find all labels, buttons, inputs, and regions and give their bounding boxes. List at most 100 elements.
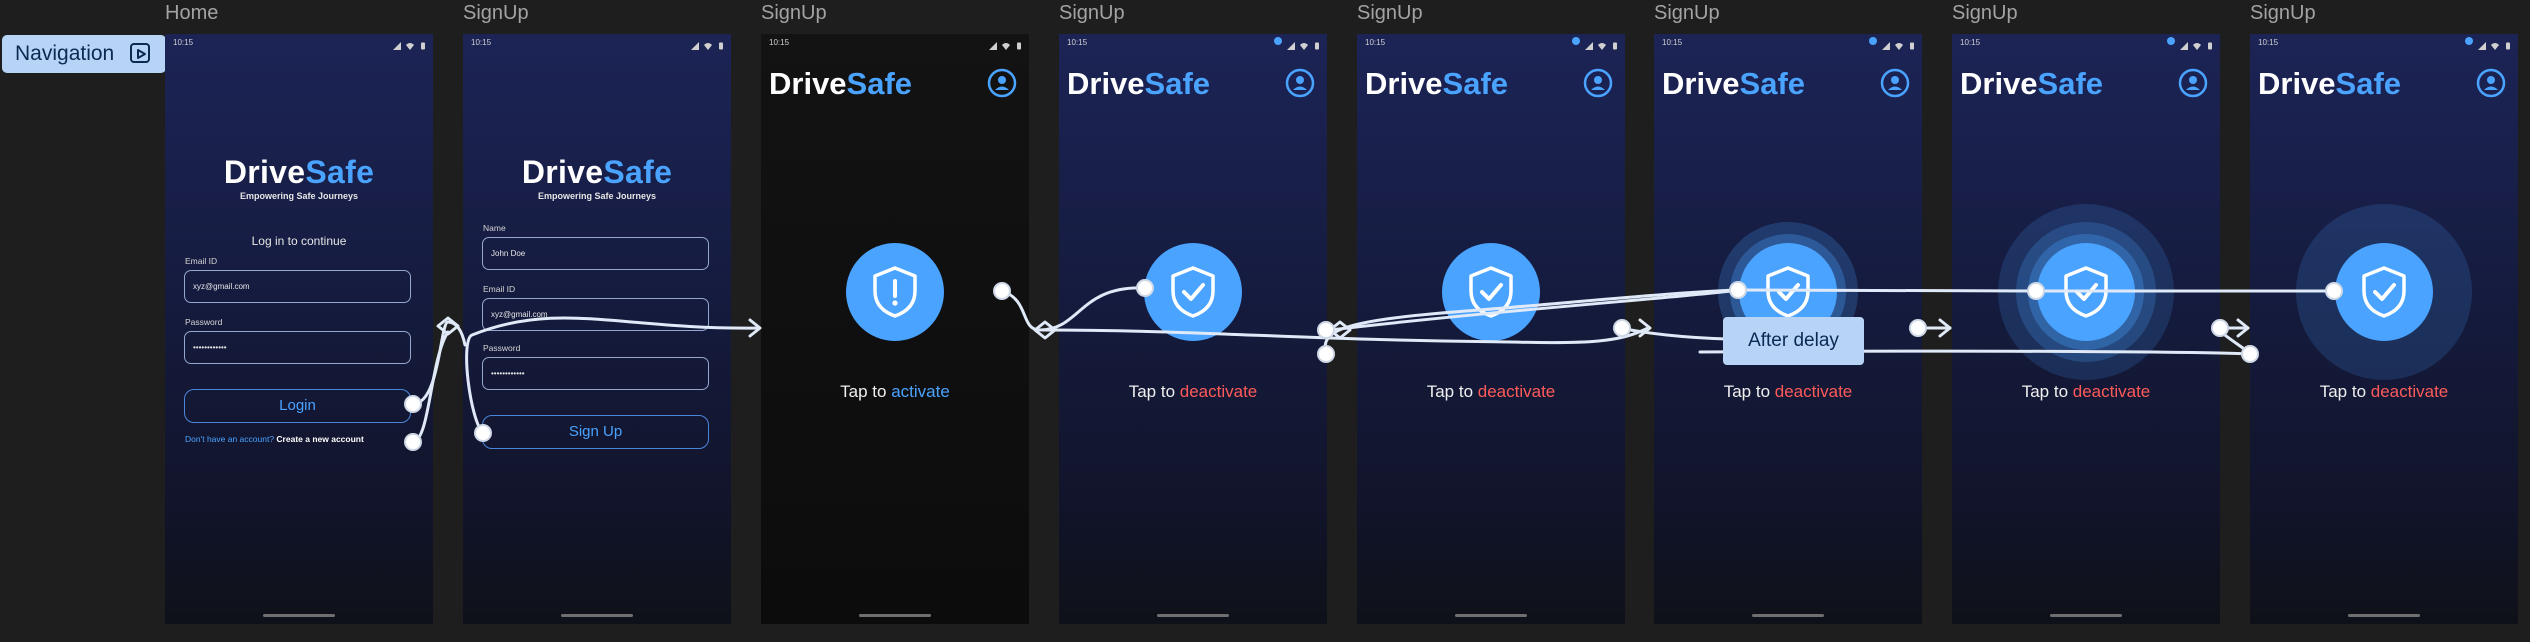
signup-prompt: Don't have an account? Create a new acco…	[185, 434, 364, 444]
frame-active-2[interactable]: 10:15 DriveSafe Tap to deactivate	[1357, 34, 1625, 624]
tap-caption: Tap to deactivate	[2319, 382, 2449, 401]
caption-action: activate	[891, 382, 950, 401]
status-time: 10:15	[471, 38, 492, 47]
signal-icon	[1287, 37, 1295, 50]
deactivate-shield-button[interactable]	[1144, 243, 1242, 341]
profile-icon[interactable]	[1879, 67, 1911, 99]
status-icons	[393, 37, 427, 50]
deactivate-shield-button[interactable]	[2335, 243, 2433, 341]
wifi-icon	[704, 37, 712, 50]
profile-icon[interactable]	[1582, 67, 1614, 99]
tap-caption: Tap to deactivate	[1426, 382, 1556, 401]
frame-title-pulse-3: SignUp	[2250, 2, 2316, 24]
battery-icon	[419, 37, 427, 50]
home-indicator	[2348, 614, 2420, 617]
frame-home[interactable]: 10:15 DriveSafe Empowering Safe Journeys…	[165, 34, 433, 624]
battery-icon	[1908, 37, 1916, 50]
status-icons	[2167, 37, 2214, 50]
navigation-flow-label[interactable]: Navigation	[2, 35, 166, 73]
password-label: Password	[185, 317, 223, 327]
create-account-link[interactable]: Create a new account	[276, 434, 363, 444]
caption-action: deactivate	[1179, 382, 1258, 401]
profile-icon[interactable]	[1284, 67, 1316, 99]
status-icons	[1572, 37, 1619, 50]
location-dot-icon	[2465, 37, 2473, 45]
status-time: 10:15	[1662, 38, 1683, 47]
home-indicator	[859, 614, 931, 617]
name-field[interactable]: John Doe	[482, 237, 709, 270]
shield-check-icon	[1171, 266, 1215, 318]
battery-icon	[2206, 37, 2214, 50]
frame-pulse-2[interactable]: 10:15 DriveSafe Tap to deactivate	[1952, 34, 2220, 624]
arrowhead	[1938, 318, 1952, 338]
password-label: Password	[483, 343, 521, 353]
shield-check-icon	[2064, 266, 2108, 318]
play-prototype-icon[interactable]	[128, 41, 154, 67]
frame-active-1[interactable]: 10:15 DriveSafe Tap to deactivate	[1059, 34, 1327, 624]
wifi-icon	[1300, 37, 1308, 50]
home-indicator	[1157, 614, 1229, 617]
email-label: Email ID	[185, 256, 218, 266]
password-field[interactable]: ••••••••••••	[482, 357, 709, 390]
status-icons	[1869, 37, 1916, 50]
profile-icon[interactable]	[2475, 67, 2507, 99]
status-time: 10:15	[1067, 38, 1088, 47]
navigation-label-text: Navigation	[15, 42, 115, 65]
battery-icon	[1313, 37, 1321, 50]
app-brand: DriveSafe	[1365, 66, 1509, 101]
after-delay-trigger-label[interactable]: After delay	[1723, 317, 1864, 365]
signal-icon	[2478, 37, 2486, 50]
no-account-text: Don't have an account?	[185, 434, 275, 444]
wifi-icon	[1002, 37, 1010, 50]
deactivate-shield-button[interactable]	[2037, 243, 2135, 341]
email-field[interactable]: xyz@gmail.com	[184, 270, 411, 303]
status-icons	[2465, 37, 2512, 50]
caption-action: deactivate	[1477, 382, 1556, 401]
app-brand: DriveSafe	[1960, 66, 2104, 101]
profile-icon[interactable]	[986, 67, 1018, 99]
app-brand: DriveSafe	[769, 66, 913, 101]
home-indicator	[263, 614, 335, 617]
arrowhead	[1638, 318, 1652, 338]
frame-signup-form[interactable]: 10:15 DriveSafe Empowering Safe Journeys…	[463, 34, 731, 624]
frame-title-active-2: SignUp	[1357, 2, 1423, 24]
login-prompt: Log in to continue	[251, 234, 347, 248]
home-indicator	[1455, 614, 1527, 617]
frame-title-pulse-2: SignUp	[1952, 2, 2018, 24]
frame-title-activate: SignUp	[761, 2, 827, 24]
activate-shield-button[interactable]	[846, 243, 944, 341]
login-button[interactable]: Login	[184, 389, 411, 423]
wifi-icon	[2491, 37, 2499, 50]
app-brand: DriveSafe	[2258, 66, 2402, 101]
shield-check-icon	[2362, 266, 2406, 318]
status-time: 10:15	[173, 38, 194, 47]
frame-activate[interactable]: 10:15 DriveSafe Tap to activate	[761, 34, 1029, 624]
frame-title-home: Home	[165, 2, 219, 24]
wifi-icon	[406, 37, 414, 50]
signal-icon	[1882, 37, 1890, 50]
location-dot-icon	[1869, 37, 1877, 45]
frame-pulse-3[interactable]: 10:15 DriveSafe Tap to deactivate	[2250, 34, 2518, 624]
password-field[interactable]: ••••••••••••	[184, 331, 411, 364]
connection-diamond	[436, 316, 460, 336]
app-brand: DriveSafe	[1067, 66, 1211, 101]
brand-logo: DriveSafe	[521, 154, 673, 190]
caption-action: deactivate	[2370, 382, 2449, 401]
wifi-icon	[1598, 37, 1606, 50]
connection-diamond	[1033, 320, 1057, 340]
tap-caption: Tap to deactivate	[1723, 382, 1853, 401]
signup-button[interactable]: Sign Up	[482, 415, 709, 449]
frame-title-signup-form: SignUp	[463, 2, 529, 24]
email-field[interactable]: xyz@gmail.com	[482, 298, 709, 331]
battery-icon	[1611, 37, 1619, 50]
deactivate-shield-button[interactable]	[1442, 243, 1540, 341]
prototype-canvas: Navigation Home 10:15 DriveSafe Empoweri…	[0, 0, 2530, 642]
profile-icon[interactable]	[2177, 67, 2209, 99]
status-time: 10:15	[1365, 38, 1386, 47]
frame-title-pulse-1: SignUp	[1654, 2, 1720, 24]
arrowhead	[748, 318, 762, 338]
status-time: 10:15	[1960, 38, 1981, 47]
location-dot-icon	[1572, 37, 1580, 45]
arrowhead	[2236, 318, 2250, 338]
battery-icon	[717, 37, 725, 50]
